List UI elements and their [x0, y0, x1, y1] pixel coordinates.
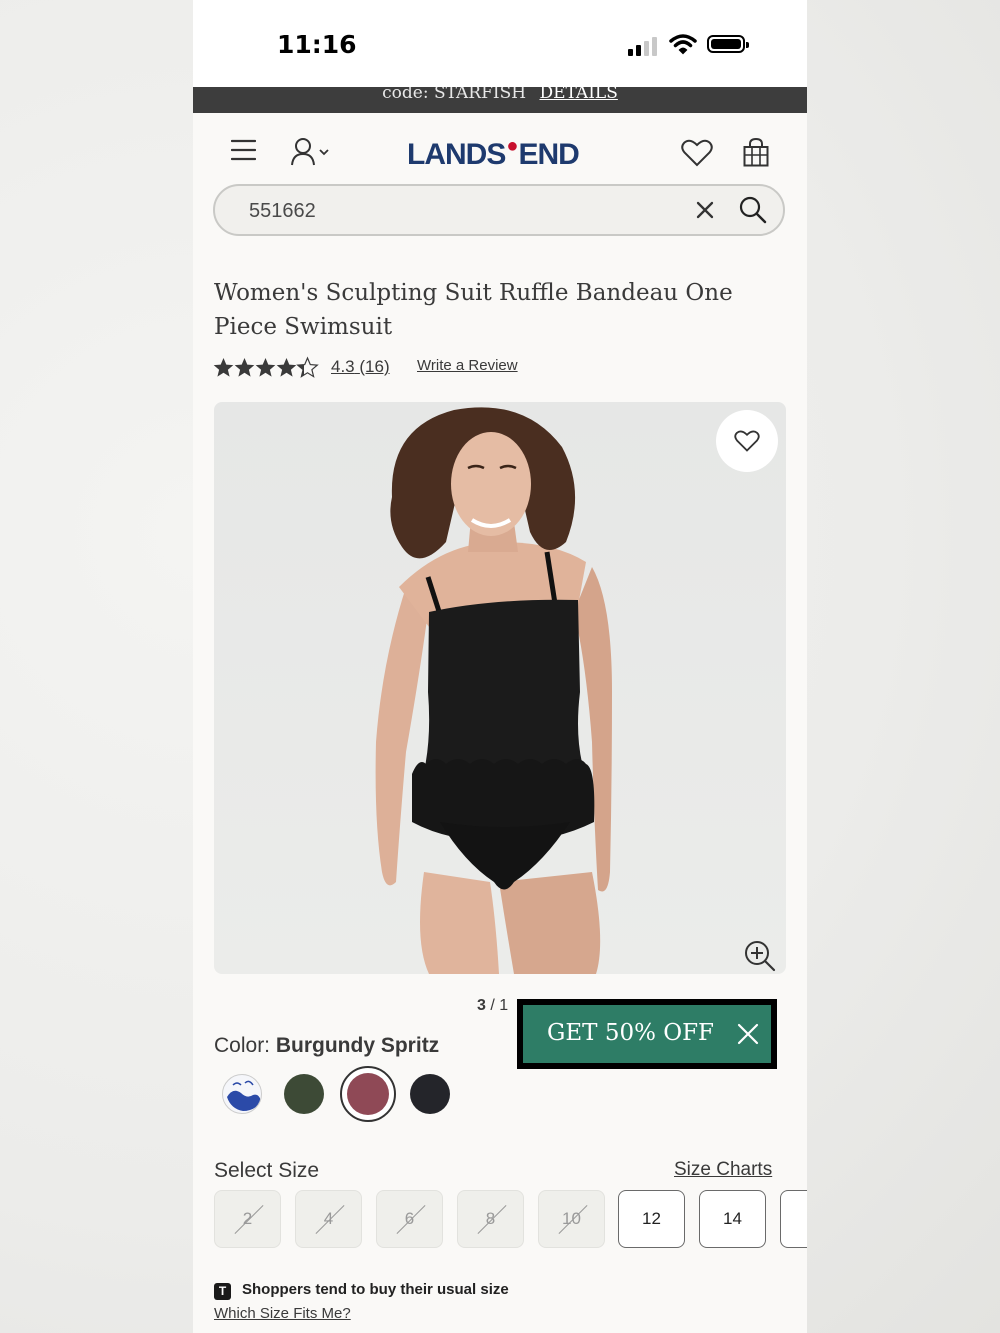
brand-logo-right: END [518, 138, 579, 171]
size-option-4[interactable]: 4 [295, 1190, 362, 1248]
swatch-burgundy-spritz[interactable] [340, 1066, 396, 1122]
star-rating-icon [213, 357, 318, 378]
swatch-blue-white-print[interactable] [222, 1074, 262, 1114]
color-label: Color: Burgundy Spritz [214, 1034, 439, 1058]
product-image[interactable] [214, 402, 786, 974]
size-option-10[interactable]: 10 [538, 1190, 605, 1248]
image-counter: 3 / 1 [477, 997, 508, 1015]
offer-label[interactable]: GET 50% OFF [547, 1020, 714, 1046]
cellular-signal-icon [628, 34, 660, 56]
search-icon[interactable] [739, 196, 767, 224]
which-size-link[interactable]: Which Size Fits Me? [214, 1305, 351, 1322]
color-label-prefix: Color: [214, 1034, 276, 1057]
battery-icon [707, 35, 749, 53]
image-favorite-button[interactable] [716, 410, 778, 472]
size-option-6[interactable]: 6 [376, 1190, 443, 1248]
rating-value: 4.3 [331, 357, 355, 376]
image-counter-total: / 1 [485, 997, 509, 1014]
hamburger-icon[interactable] [231, 139, 256, 161]
status-time: 11:16 [277, 30, 357, 59]
close-icon[interactable] [696, 201, 714, 219]
promo-details-link[interactable]: DETAILS [539, 87, 617, 103]
product-model-illustration [375, 407, 612, 974]
close-icon[interactable] [737, 1023, 759, 1045]
promo-banner: code: STARFISH DETAILS [193, 87, 807, 113]
select-size-label: Select Size [214, 1159, 320, 1182]
product-title: Women's Sculpting Suit Ruffle Bandeau On… [214, 280, 733, 340]
brand-logo[interactable]: LANDS●END [407, 135, 580, 172]
size-option-14[interactable]: 14 [699, 1190, 766, 1248]
phone-screen: 11:16 code: STARFISH DETAILS LANDS●END 5… [193, 0, 807, 1333]
color-selected-name: Burgundy Spritz [275, 1034, 440, 1057]
promo-code-text: code: STARFISH [382, 87, 527, 103]
brand-logo-dot: ● [506, 135, 518, 157]
wifi-icon [669, 34, 697, 55]
search-input[interactable]: 551662 [249, 200, 316, 223]
size-option-8[interactable]: 8 [457, 1190, 524, 1248]
rating-link[interactable]: 4.3 (16) [331, 357, 390, 377]
swatch-green[interactable] [284, 1074, 324, 1114]
swatch-black[interactable] [410, 1074, 450, 1114]
offer-banner[interactable]: GET 50% OFF [517, 999, 777, 1069]
fit-tip-icon: T [214, 1283, 231, 1300]
fit-tip-text: Shoppers tend to buy their usual size [242, 1281, 509, 1298]
status-bar: 11:16 [193, 0, 807, 87]
heart-icon [734, 430, 760, 452]
size-option-2[interactable]: 2 [214, 1190, 281, 1248]
zoom-in-icon[interactable] [744, 940, 776, 972]
shopping-bag-icon[interactable] [743, 138, 769, 167]
write-review-link[interactable]: Write a Review [417, 357, 518, 374]
size-option-12[interactable]: 12 [618, 1190, 685, 1248]
image-counter-current: 3 [477, 997, 486, 1014]
brand-logo-left: LANDS [407, 138, 506, 171]
size-option-next[interactable] [780, 1190, 807, 1248]
account-icon[interactable] [290, 138, 334, 166]
search-bar[interactable]: 551662 [213, 184, 785, 236]
wishlist-heart-icon[interactable] [681, 139, 713, 167]
review-count: (16) [359, 357, 390, 376]
size-charts-link[interactable]: Size Charts [674, 1159, 772, 1181]
